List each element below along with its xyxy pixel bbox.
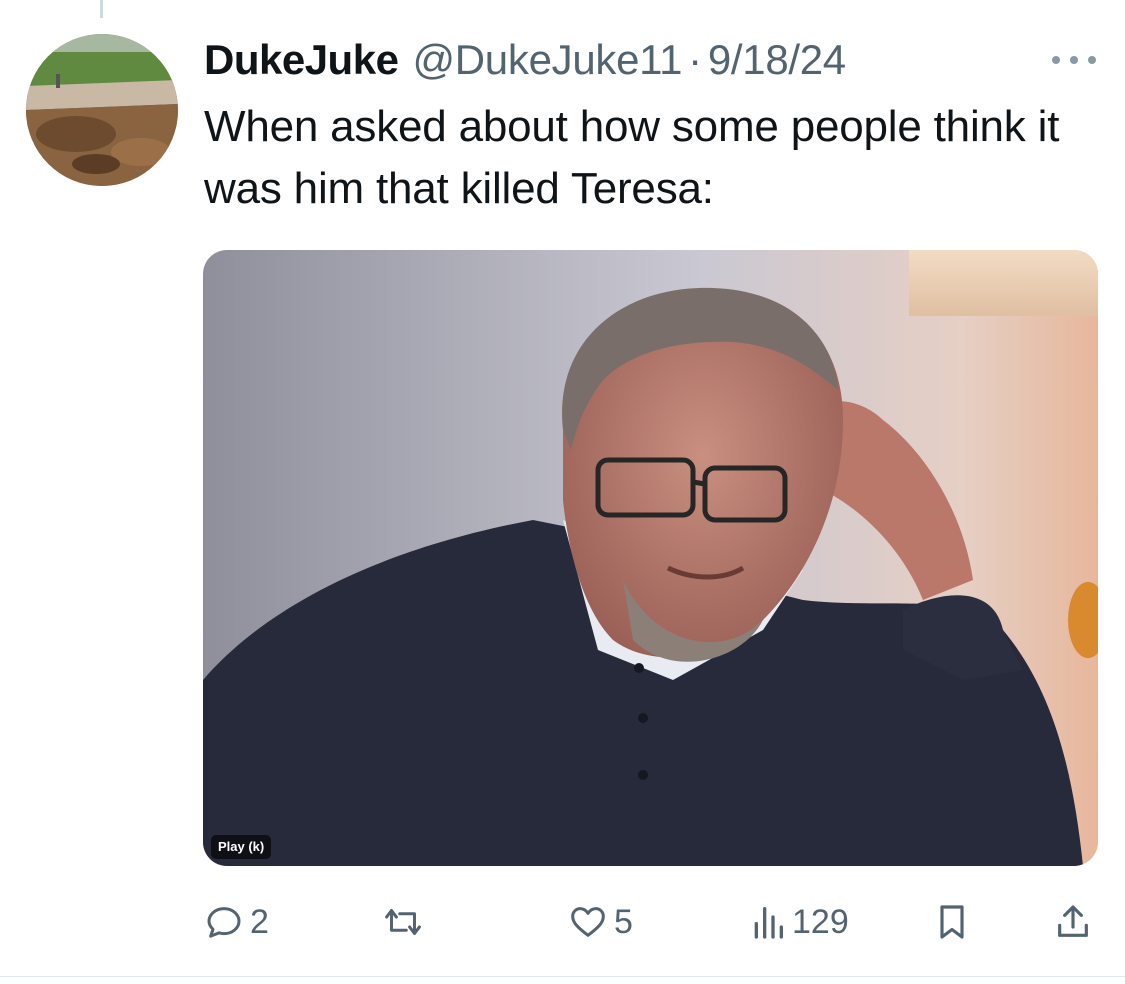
bookmark-button[interactable]: [934, 894, 970, 950]
separator-dot: ·: [688, 36, 702, 83]
share-button[interactable]: [1054, 894, 1092, 950]
landscape-avatar-icon: [26, 34, 178, 186]
reply-count: 2: [250, 902, 269, 941]
video-thumbnail: [203, 250, 1098, 866]
views-button[interactable]: 129: [750, 894, 849, 950]
heart-icon: [571, 907, 605, 937]
reply-button[interactable]: 2: [204, 894, 269, 950]
like-count: 5: [614, 902, 633, 941]
more-horizontal-icon[interactable]: [1046, 48, 1102, 72]
repost-button[interactable]: [380, 894, 432, 950]
divider: [0, 976, 1125, 977]
display-name[interactable]: DukeJuke: [204, 36, 399, 84]
tweet-actions: 2 5 129: [204, 894, 1094, 950]
thread-connector-line: [100, 0, 103, 18]
user-handle[interactable]: @DukeJuke11: [412, 36, 682, 84]
video-player[interactable]: Play (k): [203, 250, 1098, 866]
tweet-date[interactable]: 9/18/24: [708, 36, 846, 84]
tweet-header: DukeJuke @DukeJuke11 · 9/18/24: [204, 36, 846, 86]
like-button[interactable]: 5: [568, 894, 633, 950]
bookmark-icon: [940, 905, 964, 939]
avatar[interactable]: [26, 34, 178, 186]
repost-icon: [385, 909, 421, 935]
reply-icon: [207, 907, 241, 938]
play-badge[interactable]: Play (k): [211, 835, 272, 859]
views-icon: [754, 907, 783, 939]
tweet-text: When asked about how some people think i…: [204, 102, 1060, 213]
view-count: 129: [792, 902, 849, 941]
share-icon: [1058, 905, 1088, 937]
